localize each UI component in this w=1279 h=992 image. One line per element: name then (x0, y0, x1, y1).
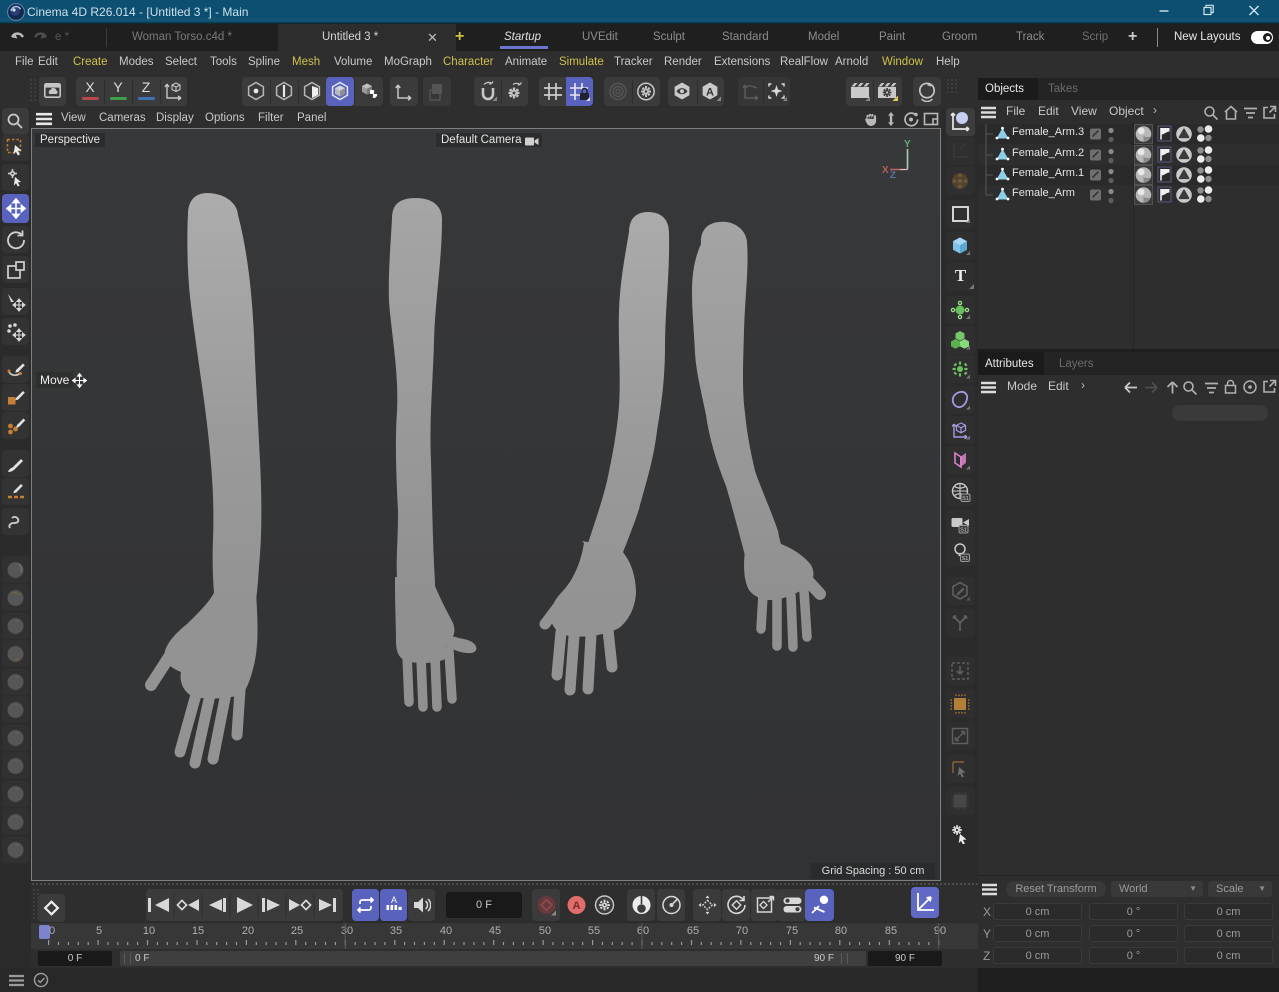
svg-text:A: A (573, 900, 581, 912)
svg-text:S1: S1 (960, 527, 967, 533)
svg-text:S1: S1 (961, 556, 968, 562)
svg-text:S1: S1 (962, 496, 969, 502)
svg-text:A: A (706, 87, 714, 99)
svg-text:A: A (390, 895, 396, 905)
